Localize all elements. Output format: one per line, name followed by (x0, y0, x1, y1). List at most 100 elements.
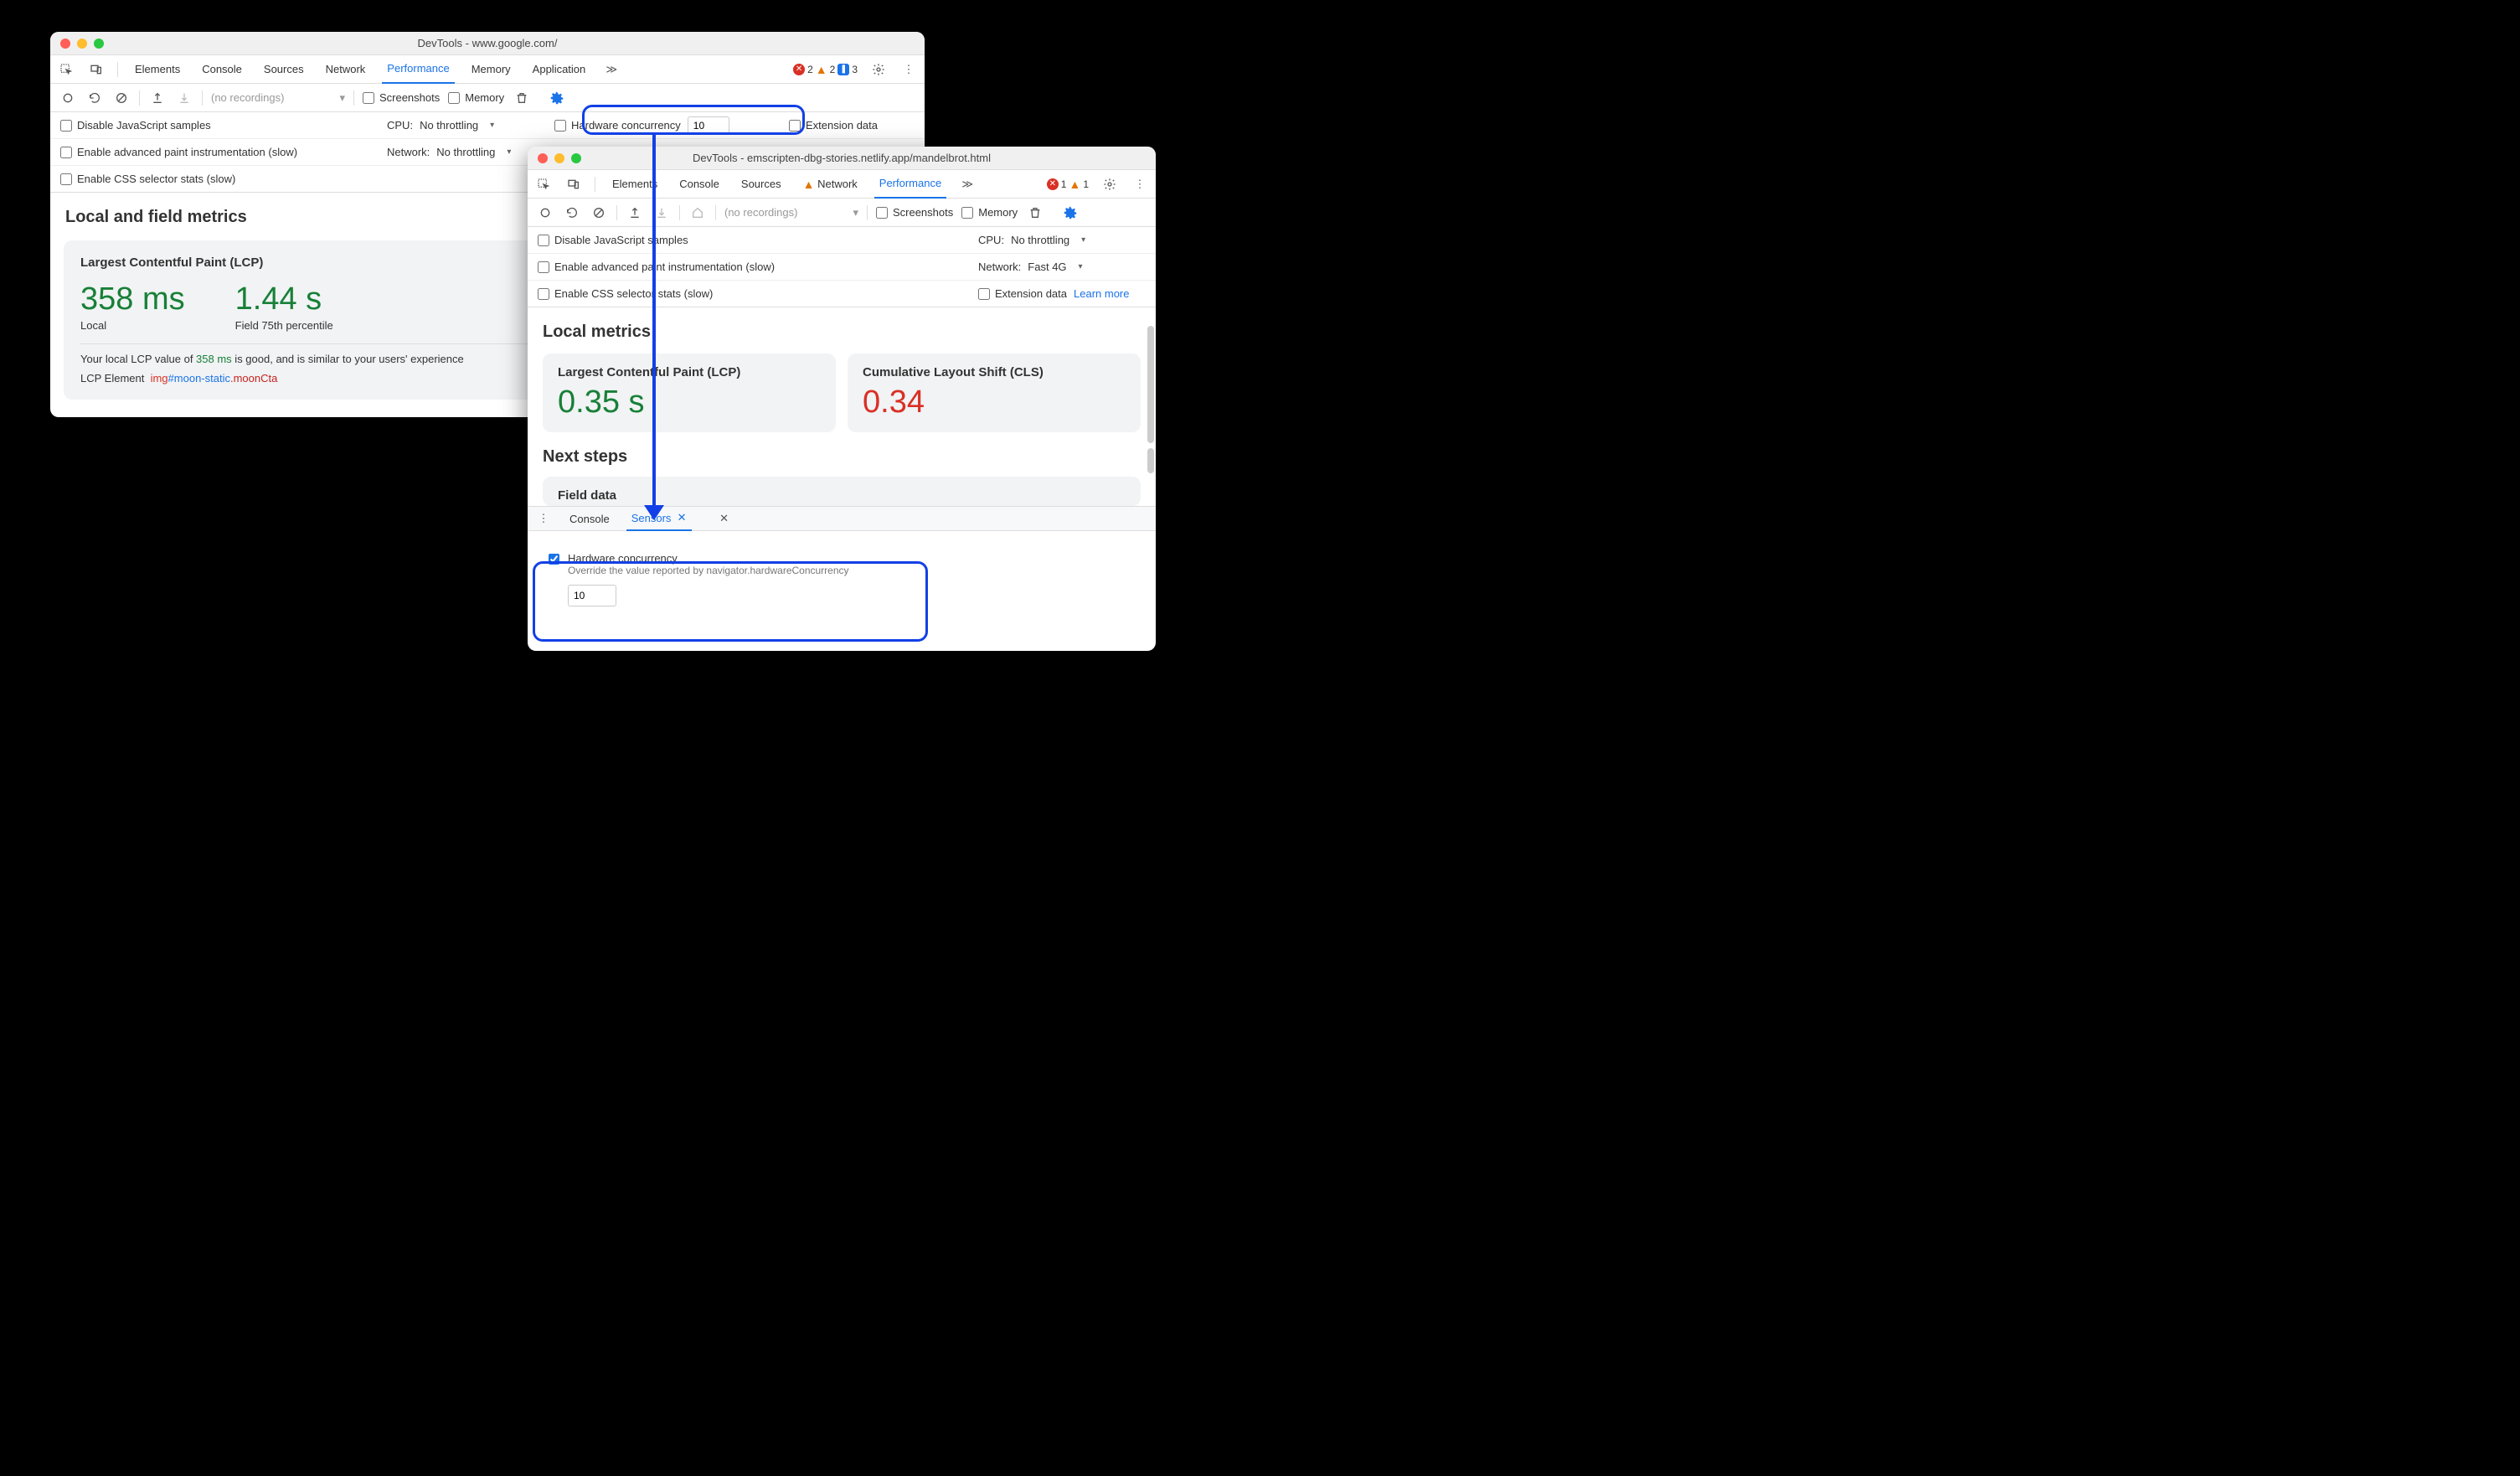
device-icon[interactable] (564, 175, 583, 194)
issue-counter[interactable]: ✕2 ▲2 ❚3 (793, 63, 858, 76)
lcp-local-value: 358 ms (80, 281, 185, 317)
minimize-dot[interactable] (554, 153, 564, 163)
panel-settings-icon[interactable] (548, 89, 566, 107)
recordings-dropdown[interactable]: (no recordings)▾ (211, 91, 345, 105)
cpu-throttle-dropdown[interactable]: No throttling (420, 119, 494, 132)
error-count: 2 (807, 64, 813, 75)
tab-sources[interactable]: Sources (259, 55, 309, 84)
hardware-concurrency-checkbox[interactable] (549, 554, 559, 565)
devtools-window-2: DevTools - emscripten-dbg-stories.netlif… (528, 147, 1156, 651)
scrollbar-thumb[interactable] (1147, 326, 1154, 443)
advanced-paint-checkbox[interactable]: Enable advanced paint instrumentation (s… (538, 261, 775, 273)
network-throttle-dropdown[interactable]: No throttling (436, 146, 511, 158)
annotation-arrow-line (652, 135, 656, 507)
lcp-card: Largest Contentful Paint (LCP) 0.35 s (543, 354, 836, 432)
kebab-icon[interactable]: ⋮ (899, 60, 918, 79)
zoom-dot[interactable] (571, 153, 581, 163)
perf-settings-row-1: Disable JavaScript samples CPU: No thrott… (50, 112, 925, 139)
hardware-concurrency-checkbox[interactable]: Hardware concurrency (554, 119, 681, 132)
recordings-dropdown[interactable]: (no recordings)▾ (724, 206, 858, 219)
css-selector-stats-checkbox[interactable]: Enable CSS selector stats (slow) (538, 287, 713, 300)
hw-label: Hardware concurrency (568, 552, 849, 565)
clear-icon[interactable] (590, 204, 608, 222)
drawer-kebab-icon[interactable]: ⋮ (534, 509, 553, 528)
next-steps-heading: Next steps (543, 447, 1141, 467)
extension-data-checkbox[interactable]: Extension data (978, 287, 1067, 300)
upload-icon[interactable] (148, 89, 167, 107)
hardware-concurrency-block: Hardware concurrency Override the value … (539, 543, 1144, 616)
trash-icon[interactable] (513, 89, 531, 107)
tab-performance[interactable]: Performance (382, 55, 454, 84)
reload-icon[interactable] (85, 89, 104, 107)
hardware-concurrency-input[interactable] (688, 116, 729, 135)
annotation-arrow-head (644, 505, 664, 520)
clear-icon[interactable] (112, 89, 131, 107)
kebab-icon[interactable]: ⋮ (1131, 175, 1149, 194)
perf-toolbar: (no recordings)▾ Screenshots Memory (50, 84, 925, 112)
tab-network[interactable]: Network (321, 55, 371, 84)
cls-title: Cumulative Layout Shift (CLS) (863, 365, 1126, 379)
inspect-icon[interactable] (534, 175, 553, 194)
tab-application[interactable]: Application (528, 55, 591, 84)
drawer-tabs: ⋮ Console Sensors ✕ ✕ (528, 506, 1156, 531)
cls-value: 0.34 (863, 384, 1126, 421)
issue-counter[interactable]: ✕1 ▲1 (1047, 178, 1089, 191)
more-tabs-icon[interactable]: ≫ (602, 60, 621, 79)
download-icon[interactable] (175, 89, 193, 107)
lcp-field-value: 1.44 s (235, 281, 333, 317)
tab-network[interactable]: ▲ Network (798, 170, 863, 199)
memory-checkbox[interactable]: Memory (448, 91, 504, 104)
titlebar: DevTools - www.google.com/ (50, 32, 925, 55)
tab-performance[interactable]: Performance (874, 170, 946, 199)
drawer-tab-console[interactable]: Console (564, 506, 615, 531)
hw-description: Override the value reported by navigator… (568, 565, 849, 576)
close-dot[interactable] (60, 39, 70, 49)
upload-icon[interactable] (626, 204, 644, 222)
settings-gear-icon[interactable] (1100, 175, 1119, 194)
advanced-paint-checkbox[interactable]: Enable advanced paint instrumentation (s… (60, 146, 297, 158)
cpu-throttle-dropdown[interactable]: No throttling (1011, 234, 1085, 246)
home-icon[interactable] (688, 204, 707, 222)
minimize-dot[interactable] (77, 39, 87, 49)
close-dot[interactable] (538, 153, 548, 163)
tab-console[interactable]: Console (674, 170, 724, 199)
field-data-heading: Field data (558, 488, 1126, 503)
info-count: 3 (852, 64, 858, 75)
window-title: DevTools - www.google.com/ (60, 37, 915, 49)
record-icon[interactable] (536, 204, 554, 222)
tab-elements[interactable]: Elements (130, 55, 185, 84)
device-icon[interactable] (87, 60, 106, 79)
network-throttle-dropdown[interactable]: Fast 4G (1028, 261, 1082, 273)
extension-data-checkbox[interactable]: Extension data (789, 119, 915, 132)
perf-settings-row-1: Disable JavaScript samples CPU:No thrott… (528, 227, 1156, 254)
main-tabs: Elements Console Sources Network Perform… (50, 55, 925, 84)
zoom-dot[interactable] (94, 39, 104, 49)
panel-settings-icon[interactable] (1061, 204, 1080, 222)
error-count: 1 (1061, 178, 1067, 190)
window-title: DevTools - emscripten-dbg-stories.netlif… (538, 152, 1146, 164)
disable-js-samples-checkbox[interactable]: Disable JavaScript samples (538, 234, 688, 246)
tab-sources[interactable]: Sources (736, 170, 786, 199)
inspect-icon[interactable] (57, 60, 75, 79)
settings-gear-icon[interactable] (869, 60, 888, 79)
hardware-concurrency-input[interactable] (568, 585, 616, 606)
css-selector-stats-checkbox[interactable]: Enable CSS selector stats (slow) (60, 173, 235, 185)
close-drawer-icon[interactable]: ✕ (715, 509, 734, 528)
drawer-body: Hardware concurrency Override the value … (528, 531, 1156, 627)
close-tab-icon[interactable]: ✕ (678, 511, 687, 524)
lcp-local-label: Local (80, 319, 185, 332)
warning-count: 2 (830, 64, 836, 75)
screenshots-checkbox[interactable]: Screenshots (363, 91, 440, 104)
tab-memory[interactable]: Memory (466, 55, 516, 84)
record-icon[interactable] (59, 89, 77, 107)
reload-icon[interactable] (563, 204, 581, 222)
tab-console[interactable]: Console (197, 55, 247, 84)
memory-checkbox[interactable]: Memory (961, 206, 1018, 219)
disable-js-samples-checkbox[interactable]: Disable JavaScript samples (60, 119, 211, 132)
trash-icon[interactable] (1026, 204, 1044, 222)
cpu-label: CPU: (387, 119, 413, 132)
screenshots-checkbox[interactable]: Screenshots (876, 206, 953, 219)
learn-more-link[interactable]: Learn more (1074, 287, 1129, 300)
scrollbar-thumb[interactable] (1147, 448, 1154, 473)
more-tabs-icon[interactable]: ≫ (958, 175, 977, 194)
